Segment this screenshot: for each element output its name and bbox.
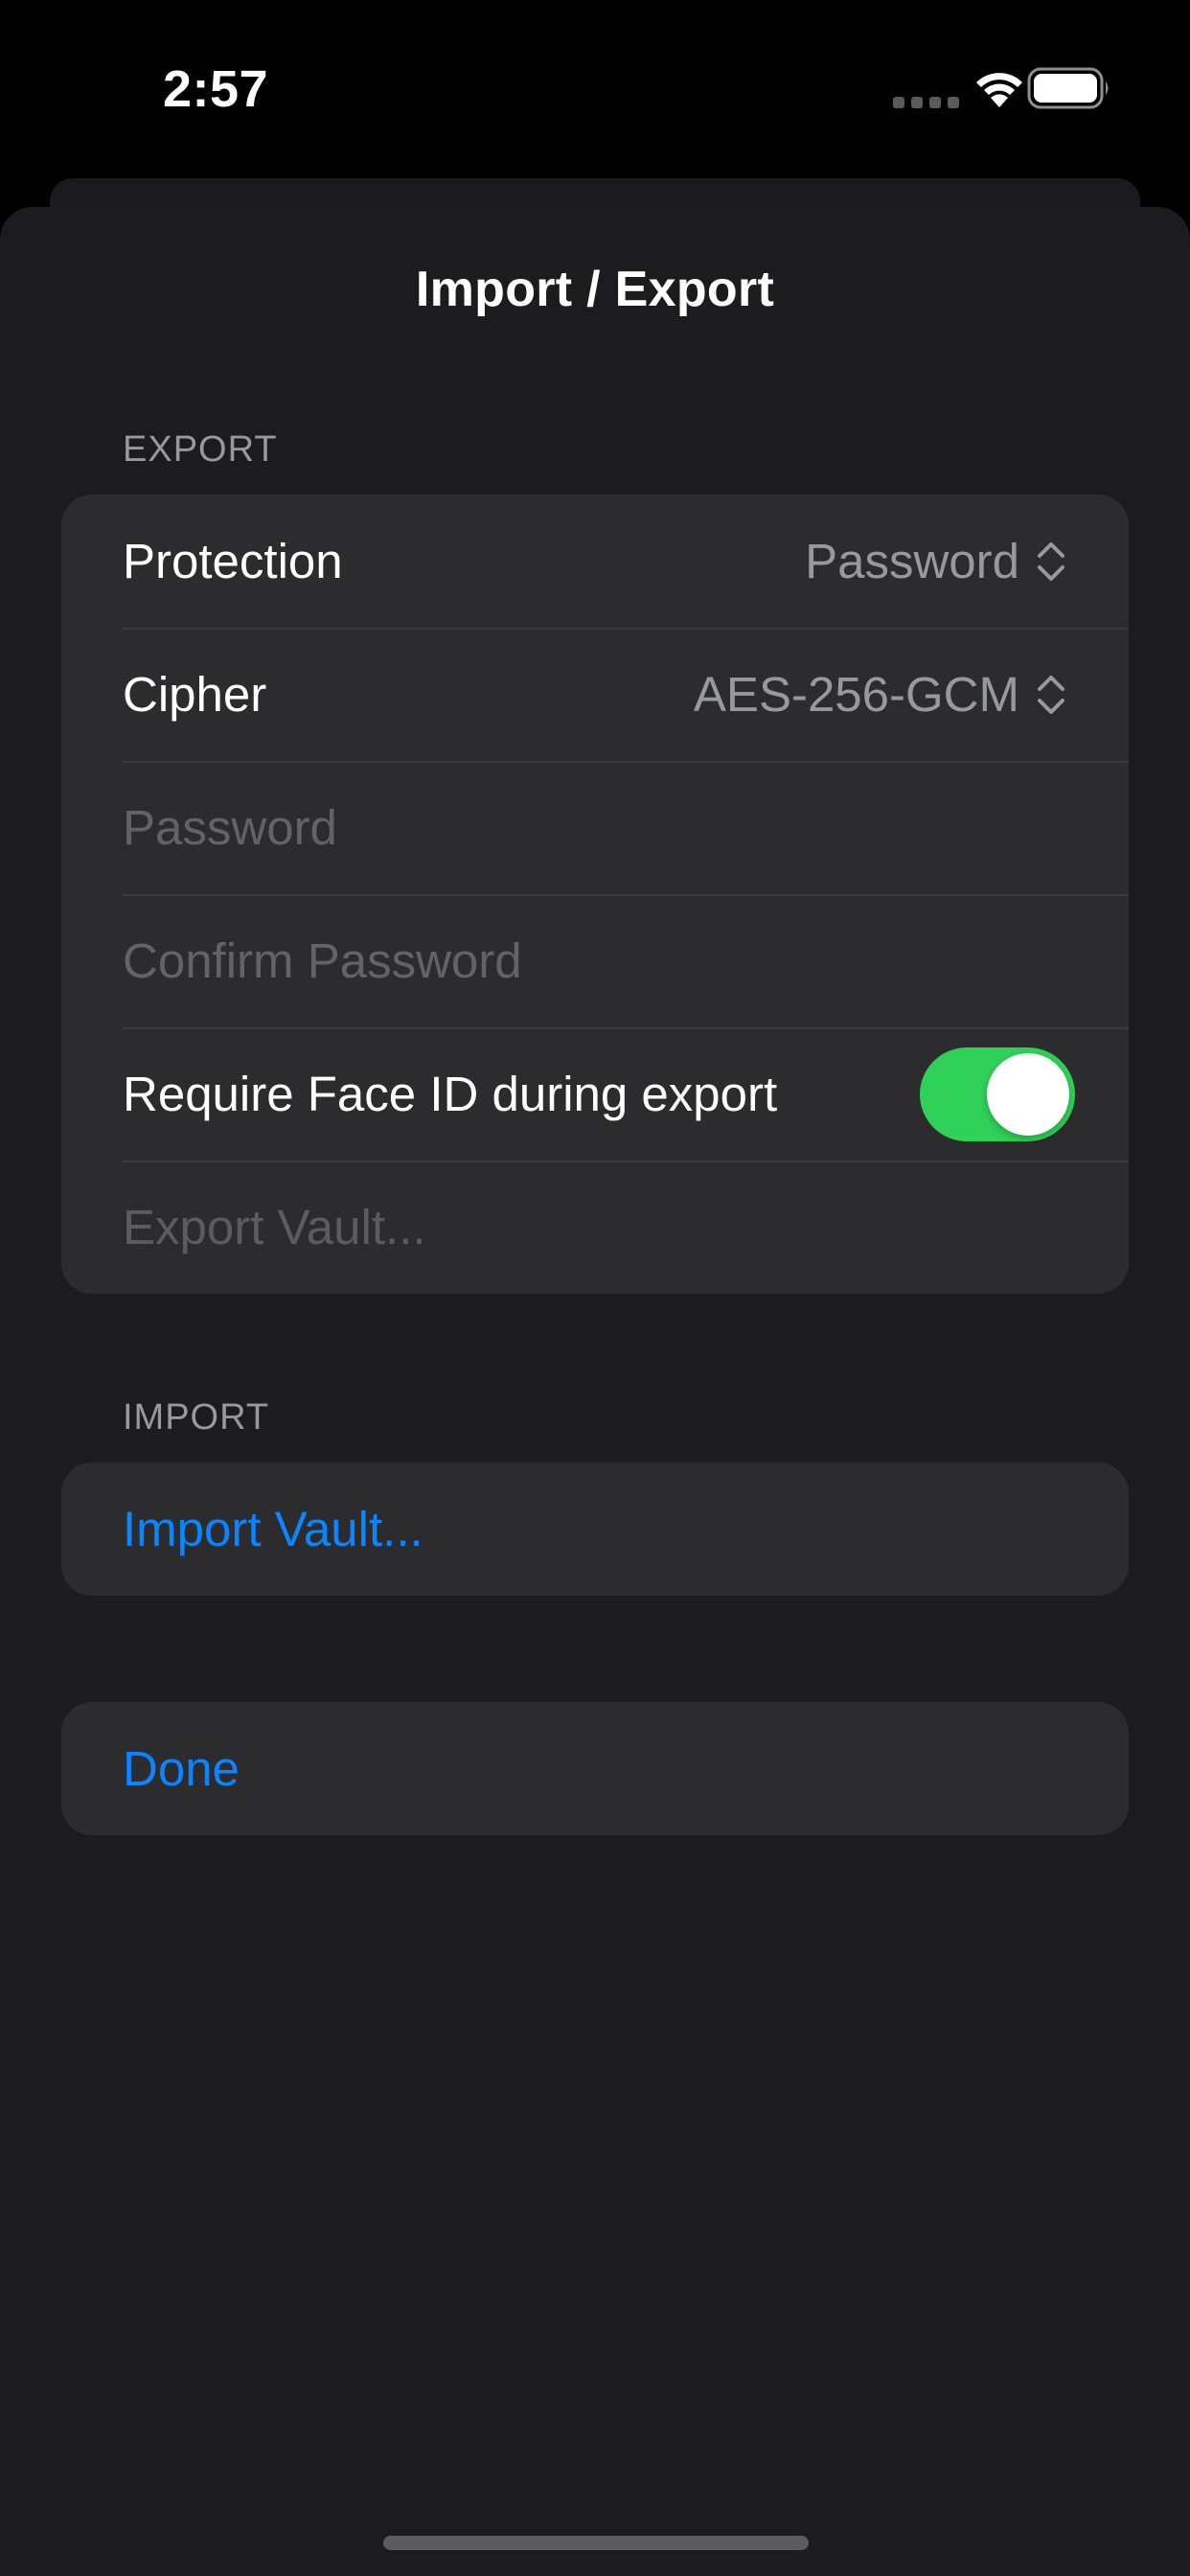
cipher-label: Cipher bbox=[123, 667, 267, 722]
face-id-label: Require Face ID during export bbox=[123, 1067, 778, 1121]
chevron-up-down-icon bbox=[1038, 541, 1064, 581]
cellular-signal-icon bbox=[893, 96, 966, 113]
import-section-header: IMPORT bbox=[123, 1397, 270, 1438]
import-group: Import Vault... bbox=[61, 1462, 1129, 1596]
cipher-value-container: AES-256-GCM bbox=[694, 666, 1067, 723]
done-button[interactable]: Done bbox=[61, 1702, 1129, 1835]
import-vault-button[interactable]: Import Vault... bbox=[61, 1462, 1129, 1596]
wifi-icon bbox=[976, 73, 1022, 107]
toggle-knob bbox=[987, 1052, 1069, 1136]
chevron-up-down-icon bbox=[1038, 675, 1064, 714]
import-vault-label: Import Vault... bbox=[123, 1502, 423, 1556]
protection-label: Protection bbox=[123, 534, 343, 588]
status-time: 2:57 bbox=[163, 60, 269, 118]
confirm-password-field[interactable]: Confirm Password bbox=[61, 894, 1129, 1027]
sheet-title: Import / Export bbox=[415, 262, 775, 317]
face-id-toggle[interactable] bbox=[920, 1046, 1075, 1141]
home-indicator[interactable] bbox=[383, 2536, 809, 2550]
export-section-header: EXPORT bbox=[123, 429, 278, 470]
status-icons bbox=[807, 58, 1190, 125]
export-group: Protection Password Cipher AES-256-GCM P… bbox=[61, 494, 1129, 1294]
cipher-picker[interactable]: Cipher AES-256-GCM bbox=[61, 628, 1129, 761]
battery-icon bbox=[1027, 67, 1109, 109]
protection-value: Password bbox=[805, 534, 1019, 588]
face-id-row: Require Face ID during export bbox=[61, 1027, 1129, 1161]
protection-value-container: Password bbox=[805, 533, 1067, 589]
protection-picker[interactable]: Protection Password bbox=[61, 494, 1129, 628]
password-field[interactable]: Password bbox=[61, 761, 1129, 894]
confirm-password-placeholder: Confirm Password bbox=[123, 933, 522, 988]
done-group: Done bbox=[61, 1702, 1129, 1835]
export-vault-label: Export Vault... bbox=[123, 1200, 426, 1254]
import-export-sheet: Import / Export EXPORT Protection Passwo… bbox=[0, 207, 1190, 2576]
password-placeholder: Password bbox=[123, 800, 337, 855]
done-label: Done bbox=[123, 1741, 240, 1796]
cipher-value: AES-256-GCM bbox=[693, 667, 1019, 722]
export-vault-button[interactable]: Export Vault... bbox=[61, 1161, 1129, 1294]
